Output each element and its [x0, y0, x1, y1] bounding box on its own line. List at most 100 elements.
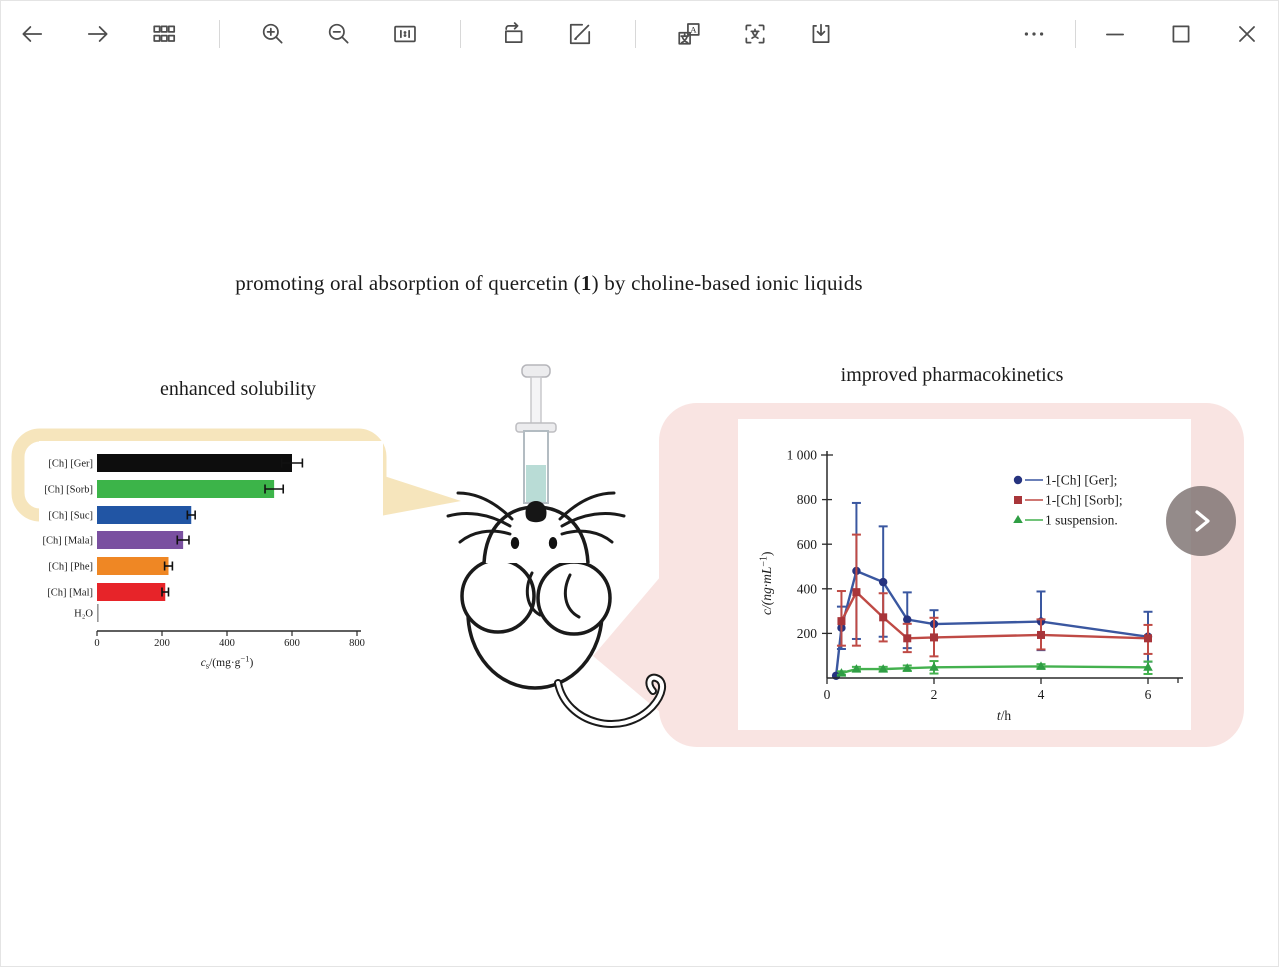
- next-page-button[interactable]: [1166, 486, 1236, 556]
- bar: [97, 531, 183, 549]
- download-button[interactable]: [808, 21, 834, 47]
- ocr-extract-button[interactable]: [742, 21, 768, 47]
- left-chart-heading: enhanced solubility: [88, 378, 388, 401]
- marker-square: [1037, 631, 1045, 639]
- right-chart-heading: improved pharmacokinetics: [802, 364, 1102, 387]
- svg-text:A: A: [690, 25, 697, 35]
- forward-arrow-icon: [85, 21, 111, 47]
- legend-label: 1 suspension.: [1045, 513, 1118, 528]
- tick-label: 200: [797, 626, 818, 641]
- toolbar-separator: [219, 20, 220, 48]
- mouse-left-haunch: [462, 560, 534, 632]
- thumbnails-button[interactable]: [151, 21, 177, 47]
- close-button[interactable]: [1234, 21, 1260, 47]
- category-label: [Ch] [Mala]: [43, 536, 93, 547]
- category-label: [Ch] [Ger]: [48, 459, 93, 470]
- tick-label: 1 000: [787, 448, 818, 463]
- legend-label: 1-[Ch] [Ger];: [1045, 473, 1117, 488]
- tick-label: 6: [1145, 687, 1152, 702]
- category-label: H₂O: [74, 609, 93, 620]
- category-label: [Ch] [Sorb]: [44, 485, 93, 496]
- marker-square: [930, 633, 938, 641]
- edit-button[interactable]: [567, 21, 593, 47]
- tick-label: 600: [284, 638, 300, 649]
- one-to-one-icon: [392, 21, 418, 47]
- marker-circle: [903, 615, 911, 623]
- line-x-axis-label: t/h: [997, 708, 1012, 723]
- rotate-button[interactable]: [501, 21, 527, 47]
- minimize-button[interactable]: [1102, 21, 1128, 47]
- marker-square: [1144, 634, 1152, 642]
- category-label: [Ch] [Mal]: [47, 588, 93, 599]
- more-options-button[interactable]: [1021, 21, 1047, 47]
- mouse-nose: [525, 501, 546, 522]
- category-label: [Ch] [Phe]: [48, 562, 93, 573]
- toolbar: A: [1, 1, 1278, 67]
- mouse-right-haunch: [538, 562, 610, 634]
- download-icon: [808, 21, 834, 47]
- text-recognition-icon: [742, 21, 768, 47]
- figure-title: promoting oral absorption of quercetin (…: [179, 271, 919, 296]
- forward-button[interactable]: [85, 21, 111, 47]
- bar: [97, 557, 169, 575]
- marker-square: [852, 588, 860, 596]
- legend-marker-square: [1014, 496, 1022, 504]
- figure-title-bold: 1: [581, 271, 592, 295]
- toolbar-separator: [635, 20, 636, 48]
- mouse-tail-outline: [558, 678, 662, 724]
- syringe-liquid: [526, 465, 546, 502]
- figure-title-post: ) by choline-based ionic liquids: [592, 271, 863, 295]
- actual-size-button[interactable]: [392, 21, 418, 47]
- rotate-icon: [501, 21, 527, 47]
- line-chart-background: [738, 419, 1191, 730]
- marker-square: [879, 613, 887, 621]
- figure-title-pre: promoting oral absorption of quercetin (: [235, 271, 581, 295]
- chevron-right-icon: [1184, 504, 1218, 538]
- tick-label: 400: [219, 638, 235, 649]
- bar: [97, 604, 99, 622]
- bar: [97, 506, 191, 524]
- tick-label: 800: [349, 638, 365, 649]
- bar: [97, 480, 274, 498]
- pdf-viewer-window: A: [0, 0, 1279, 967]
- legend-marker-circle: [1014, 476, 1022, 484]
- tick-label: 200: [154, 638, 170, 649]
- tick-label: 0: [824, 687, 831, 702]
- ellipsis-icon: [1021, 21, 1047, 47]
- marker-square: [837, 617, 845, 625]
- marker-circle: [879, 578, 887, 586]
- mouse-illustration: [416, 351, 706, 751]
- back-button[interactable]: [19, 21, 45, 47]
- mouse-right-eye: [549, 537, 557, 549]
- zoom-out-button[interactable]: [326, 21, 352, 47]
- bar: [97, 583, 165, 601]
- legend-label: 1-[Ch] [Sorb];: [1045, 493, 1123, 508]
- translate-icon: A: [676, 21, 702, 47]
- pencil-edit-icon: [567, 21, 593, 47]
- maximize-button[interactable]: [1168, 21, 1194, 47]
- mouse-left-eye: [511, 537, 519, 549]
- grid-icon: [151, 21, 177, 47]
- solubility-bar-chart: 0 200 400 600 800 [Ch] [Ger] [Ch] [Sorb]…: [31, 439, 391, 679]
- tick-label: 0: [94, 638, 99, 649]
- tick-label: 600: [797, 537, 818, 552]
- close-icon: [1234, 21, 1260, 47]
- tick-label: 2: [931, 687, 938, 702]
- zoom-out-icon: [326, 21, 352, 47]
- syringe-plunger-cap: [522, 365, 550, 377]
- zoom-in-icon: [260, 21, 286, 47]
- back-arrow-icon: [19, 21, 45, 47]
- tick-label: 800: [797, 492, 818, 507]
- syringe: [516, 365, 556, 513]
- toolbar-separator: [1075, 20, 1076, 48]
- translate-button[interactable]: A: [676, 21, 702, 47]
- syringe-plunger-rod: [531, 377, 541, 425]
- tick-label: 400: [797, 582, 818, 597]
- zoom-in-button[interactable]: [260, 21, 286, 47]
- maximize-icon: [1168, 21, 1194, 47]
- minimize-icon: [1102, 21, 1128, 47]
- tick-label: 4: [1038, 687, 1045, 702]
- bar: [97, 454, 292, 472]
- category-label: [Ch] [Suc]: [48, 511, 93, 522]
- marker-square: [903, 634, 911, 642]
